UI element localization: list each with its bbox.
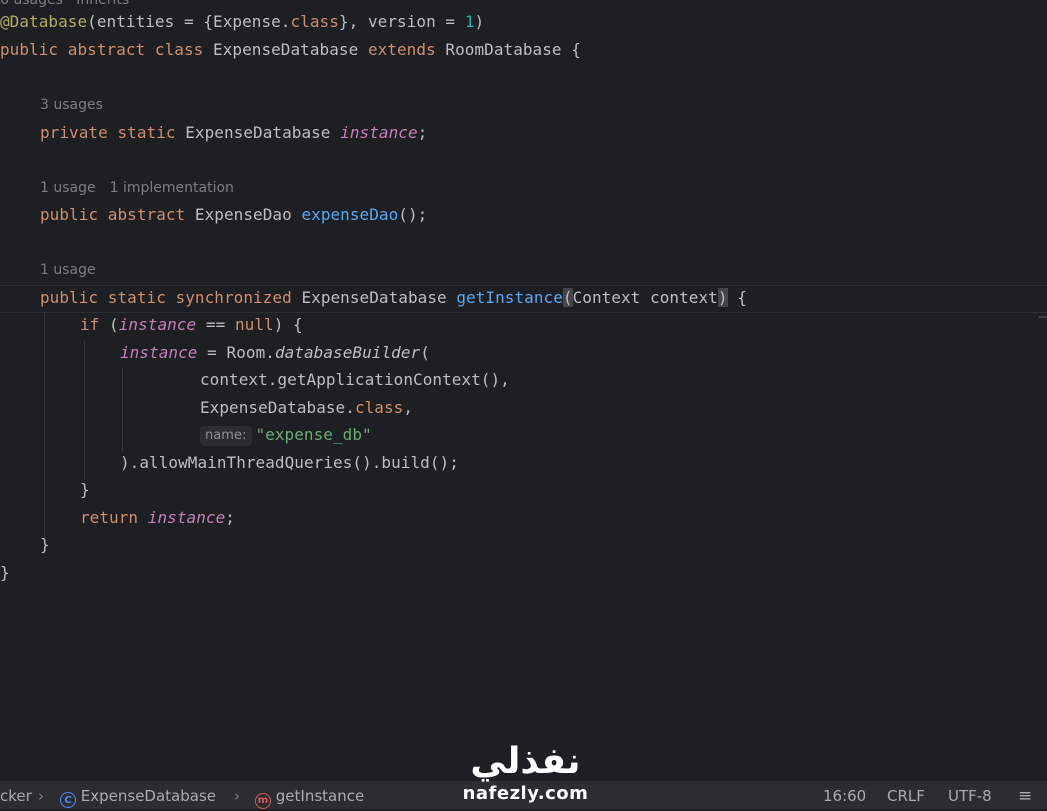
code-vision-hint[interactable]: 3 usages xyxy=(40,95,103,115)
breadcrumb-class-label: ExpenseDatabase xyxy=(80,787,217,805)
code-vision-hint[interactable]: 1 usage xyxy=(40,260,96,280)
code-line-getinstance: public static synchronized ExpenseDataba… xyxy=(40,288,747,307)
indent-guide xyxy=(44,312,45,540)
breadcrumb-method[interactable]: m getInstance xyxy=(255,781,364,811)
code-line-close-if: } xyxy=(80,480,90,499)
parameter-name-hint: name: xyxy=(200,426,252,446)
implementation-hint[interactable]: 1 implementation xyxy=(110,180,234,196)
class-icon: C xyxy=(60,792,76,808)
code-line-field: private static ExpenseDatabase instance; xyxy=(40,123,428,142)
code-line-annotation: @Database(entities = {Expense.class}, ve… xyxy=(0,12,485,31)
chevron-right-icon: › xyxy=(234,787,240,805)
file-encoding[interactable]: UTF-8 xyxy=(948,781,992,811)
watermark-latin: nafezly.com xyxy=(462,783,589,804)
line-ending[interactable]: CRLF xyxy=(887,781,925,811)
code-line-arg-context: context.getApplicationContext(), xyxy=(200,370,510,389)
code-vision-hint[interactable]: 1 usage 1 implementation xyxy=(40,178,248,198)
scrollbar-marker[interactable] xyxy=(1039,316,1047,318)
breadcrumb-class[interactable]: C ExpenseDatabase xyxy=(60,781,216,811)
code-line-return: return instance; xyxy=(80,508,235,527)
watermark-logo: نفذلي nafezly.com xyxy=(458,740,593,808)
watermark-arabic: نفذلي xyxy=(470,741,581,782)
code-line-build: ).allowMainThreadQueries().build(); xyxy=(120,453,459,472)
breadcrumb-project[interactable]: cker xyxy=(0,781,32,811)
code-line-arg-name: name: "expense_db" xyxy=(200,422,372,448)
code-line-dao: public abstract ExpenseDao expenseDao(); xyxy=(40,205,428,224)
breadcrumb-method-label: getInstance xyxy=(275,787,365,805)
code-line-close-method: } xyxy=(40,535,50,554)
code-line-close-class: } xyxy=(0,563,10,582)
caret-position[interactable]: 16:60 xyxy=(823,781,866,811)
code-line-arg-class: ExpenseDatabase.class, xyxy=(200,398,414,417)
code-line-if: if (instance == null) { xyxy=(80,315,303,334)
method-icon: m xyxy=(255,793,271,809)
indent-guide xyxy=(84,340,85,480)
usage-hint[interactable]: 1 usage xyxy=(40,180,96,196)
code-line-class-declaration: public abstract class ExpenseDatabase ex… xyxy=(0,40,581,59)
indent-guide xyxy=(122,368,123,452)
code-line-assign: instance = Room.databaseBuilder( xyxy=(120,343,430,362)
chevron-right-icon: › xyxy=(38,787,44,805)
code-editor[interactable]: 6 usages Inherits @Database(entities = {… xyxy=(0,0,1047,780)
indent-settings-icon[interactable]: ≡ xyxy=(1018,781,1032,811)
